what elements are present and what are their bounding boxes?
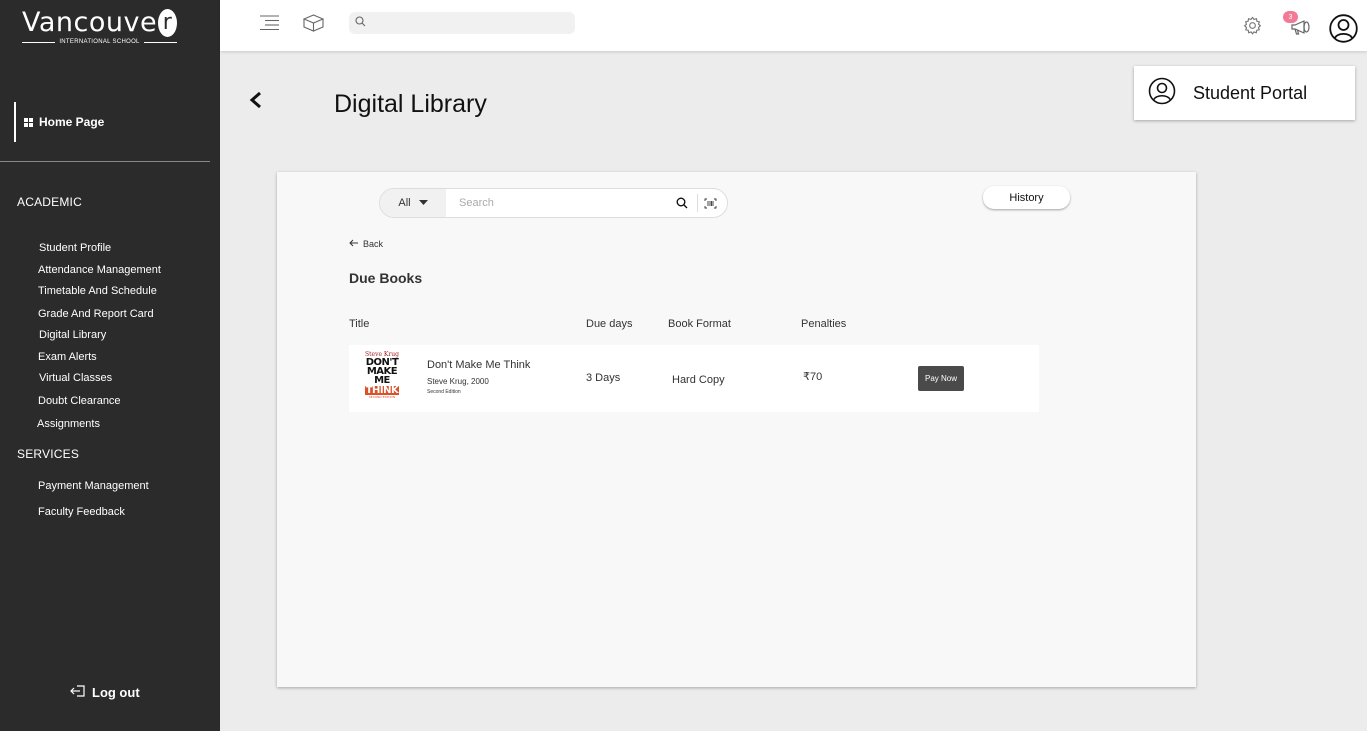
column-header-penalties: Penalties xyxy=(801,318,847,330)
logout-label: Log out xyxy=(92,685,140,700)
penalty-cell: ₹70 xyxy=(803,371,823,383)
category-select-value: All xyxy=(398,197,411,209)
logo-wordmark: Vancouve r xyxy=(22,8,177,38)
sidebar-item-exam-alerts[interactable]: Exam Alerts xyxy=(38,351,97,363)
logo-subtitle-text: INTERNATIONAL SCHOOL xyxy=(59,39,140,45)
logout-button[interactable]: Log out xyxy=(70,684,140,701)
sidebar-item-attendance-management[interactable]: Attendance Management xyxy=(38,264,161,276)
due-books-title: Due Books xyxy=(349,270,423,286)
sidebar-item-home-page[interactable]: Home Page xyxy=(14,102,104,142)
page-title: Digital Library xyxy=(334,90,487,118)
due-days-cell: 3 Days xyxy=(586,372,621,384)
cover-edition: SECOND EDITION xyxy=(368,395,396,399)
book-title[interactable]: Don't Make Me Think xyxy=(427,359,530,371)
barcode-scan-icon[interactable] xyxy=(704,198,717,209)
student-portal-card[interactable]: Student Portal xyxy=(1134,66,1355,120)
portal-label: Student Portal xyxy=(1193,82,1308,103)
book-cover[interactable]: Steve Krug DON'T MAKE ME THINK SECOND ED… xyxy=(363,351,401,403)
category-select[interactable]: All xyxy=(380,189,446,217)
top-search-input[interactable] xyxy=(349,12,575,34)
library-search-bar: All Search xyxy=(379,188,728,218)
back-link[interactable]: Back xyxy=(349,239,383,249)
section-academic: ACADEMIC xyxy=(17,195,82,209)
user-circle-icon xyxy=(1148,77,1176,110)
search-icon[interactable] xyxy=(676,197,688,209)
sidebar-item-assignments[interactable]: Assignments xyxy=(37,418,100,430)
logo-letter-circle: r xyxy=(158,9,177,37)
grid-icon xyxy=(24,117,33,127)
cube-icon[interactable] xyxy=(302,13,324,33)
library-panel: All Search History Back Due Books Title … xyxy=(277,172,1196,687)
sidebar-item-virtual-classes[interactable]: Virtual Classes xyxy=(39,372,112,384)
library-search-input[interactable]: Search xyxy=(446,197,676,209)
column-header-book-format: Book Format xyxy=(668,318,731,330)
logo-subtitle: INTERNATIONAL SCHOOL xyxy=(22,39,177,45)
book-edition: Second Edition xyxy=(427,389,461,395)
sidebar-item-faculty-feedback[interactable]: Faculty Feedback xyxy=(38,506,125,518)
logout-icon xyxy=(70,684,87,701)
sidebar-item-digital-library[interactable]: Digital Library xyxy=(39,329,106,341)
column-header-title: Title xyxy=(349,318,370,330)
sidebar-item-payment-management[interactable]: Payment Management xyxy=(38,480,149,492)
settings-icon[interactable] xyxy=(1242,15,1262,35)
page-back-button[interactable] xyxy=(249,89,263,115)
cover-word-highlight: THINK xyxy=(364,385,400,396)
book-author-year: Steve Krug, 2000 xyxy=(427,377,489,386)
school-logo[interactable]: Vancouve r INTERNATIONAL SCHOOL xyxy=(22,8,177,48)
caret-down-icon xyxy=(418,197,428,209)
back-link-label: Back xyxy=(363,239,384,249)
sidebar-item-timetable-and-schedule[interactable]: Timetable And Schedule xyxy=(38,285,157,297)
search-icon xyxy=(355,14,366,32)
history-button[interactable]: History xyxy=(983,186,1070,209)
sidebar-item-doubt-clearance[interactable]: Doubt Clearance xyxy=(38,395,121,407)
cover-word: ME xyxy=(374,375,390,386)
sidebar-divider xyxy=(0,161,210,162)
logo-word: Vancouve xyxy=(22,7,158,38)
sidebar-item-label: Home Page xyxy=(39,115,105,129)
arrow-left-icon xyxy=(349,239,359,249)
notification-badge: 3 xyxy=(1283,11,1298,23)
section-services: SERVICES xyxy=(17,447,80,461)
top-bar: 3 xyxy=(220,0,1367,51)
book-format-cell: Hard Copy xyxy=(672,374,725,386)
hamburger-icon[interactable] xyxy=(258,14,280,32)
column-header-due-days: Due days xyxy=(586,318,633,330)
pay-now-button[interactable]: Pay Now xyxy=(918,366,964,391)
sidebar: Vancouve r INTERNATIONAL SCHOOL Home Page… xyxy=(0,0,220,731)
account-icon[interactable] xyxy=(1328,13,1358,43)
table-row: Steve Krug DON'T MAKE ME THINK SECOND ED… xyxy=(349,345,1039,412)
sidebar-item-grade-and-report-card[interactable]: Grade And Report Card xyxy=(38,308,154,320)
sidebar-item-student-profile[interactable]: Student Profile xyxy=(39,242,111,254)
